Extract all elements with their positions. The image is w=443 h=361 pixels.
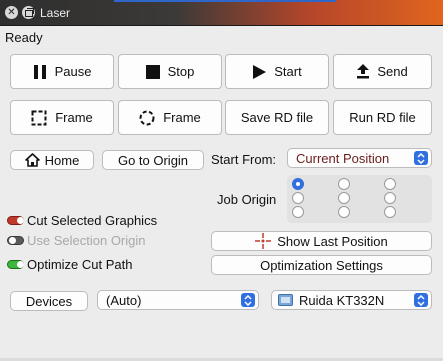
window-title: Laser <box>40 6 71 20</box>
origin-radio-middle-left[interactable] <box>292 192 304 204</box>
chevron-updown-icon <box>241 293 255 307</box>
origin-radio-top-left[interactable] <box>292 178 304 190</box>
cut-selected-option[interactable]: Cut Selected Graphics <box>7 213 157 228</box>
port-value: (Auto) <box>106 292 142 308</box>
stop-label: Stop <box>167 64 195 79</box>
send-label: Send <box>377 64 408 79</box>
start-from-select[interactable]: Current Position <box>287 148 432 168</box>
home-label: Home <box>44 152 80 168</box>
origin-radio-bottom-center[interactable] <box>338 206 350 218</box>
pause-button[interactable]: Pause <box>10 54 114 89</box>
device-select[interactable]: Ruida KT332N <box>271 290 432 310</box>
use-selection-origin-option[interactable]: Use Selection Origin <box>7 233 146 248</box>
use-selection-origin-label: Use Selection Origin <box>27 233 146 248</box>
start-label: Start <box>274 64 302 79</box>
start-from-value: Current Position <box>296 150 390 166</box>
save-rd-button[interactable]: Save RD file <box>225 100 329 135</box>
home-icon <box>24 153 40 167</box>
status-text: Ready <box>5 30 43 45</box>
start-from-label: Start From: <box>211 152 277 167</box>
title-accent-strip <box>114 0 336 2</box>
chevron-updown-icon <box>414 293 428 307</box>
origin-radio-top-right[interactable] <box>384 178 396 190</box>
devices-label: Devices <box>25 293 73 309</box>
stop-icon <box>145 64 160 79</box>
optimization-settings-button[interactable]: Optimization Settings <box>211 255 432 275</box>
cut-selected-label: Cut Selected Graphics <box>27 213 158 228</box>
device-value: Ruida KT332N <box>299 292 385 308</box>
origin-radio-middle-right[interactable] <box>384 192 396 204</box>
close-icon[interactable]: ✕ <box>5 6 18 19</box>
port-select[interactable]: (Auto) <box>97 290 259 310</box>
pause-icon <box>33 64 47 79</box>
go-to-origin-label: Go to Origin <box>117 152 189 168</box>
optimization-settings-label: Optimization Settings <box>260 257 383 273</box>
optimize-cut-path-checkbox[interactable] <box>7 260 24 269</box>
chevron-updown-icon <box>414 151 428 165</box>
send-icon <box>357 64 370 79</box>
frame-rect-icon <box>31 110 47 126</box>
job-origin-grid <box>287 175 432 223</box>
start-button[interactable]: Start <box>225 54 329 89</box>
stop-button[interactable]: Stop <box>118 54 222 89</box>
send-button[interactable]: Send <box>333 54 432 89</box>
pause-label: Pause <box>54 64 92 79</box>
frame-circle-button[interactable]: Frame <box>118 100 222 135</box>
save-rd-label: Save RD file <box>240 110 314 125</box>
use-selection-origin-checkbox[interactable] <box>7 236 24 245</box>
optimize-cut-path-label: Optimize Cut Path <box>27 257 133 272</box>
run-rd-label: Run RD file <box>349 110 416 125</box>
origin-radio-middle-center[interactable] <box>338 192 350 204</box>
origin-radio-bottom-left[interactable] <box>292 206 304 218</box>
frame-circle-label: Frame <box>163 110 201 125</box>
show-last-position-label: Show Last Position <box>277 233 388 249</box>
origin-radio-bottom-right[interactable] <box>384 206 396 218</box>
run-rd-button[interactable]: Run RD file <box>333 100 432 135</box>
go-to-origin-button[interactable]: Go to Origin <box>102 150 204 170</box>
show-last-position-button[interactable]: Show Last Position <box>211 231 432 251</box>
job-origin-label: Job Origin <box>217 192 277 207</box>
restore-icon[interactable] <box>22 6 35 19</box>
title-bar: ✕ Laser <box>0 0 443 26</box>
controller-board-icon <box>278 294 293 306</box>
play-icon <box>252 64 267 79</box>
frame-rect-label: Frame <box>55 110 93 125</box>
crosshair-icon <box>255 233 272 249</box>
frame-circle-icon <box>139 110 155 126</box>
frame-rect-button[interactable]: Frame <box>10 100 114 135</box>
origin-radio-top-center[interactable] <box>338 178 350 190</box>
home-button[interactable]: Home <box>10 150 94 170</box>
devices-button[interactable]: Devices <box>10 291 88 311</box>
cut-selected-checkbox[interactable] <box>7 216 24 225</box>
optimize-cut-path-option[interactable]: Optimize Cut Path <box>7 257 133 272</box>
